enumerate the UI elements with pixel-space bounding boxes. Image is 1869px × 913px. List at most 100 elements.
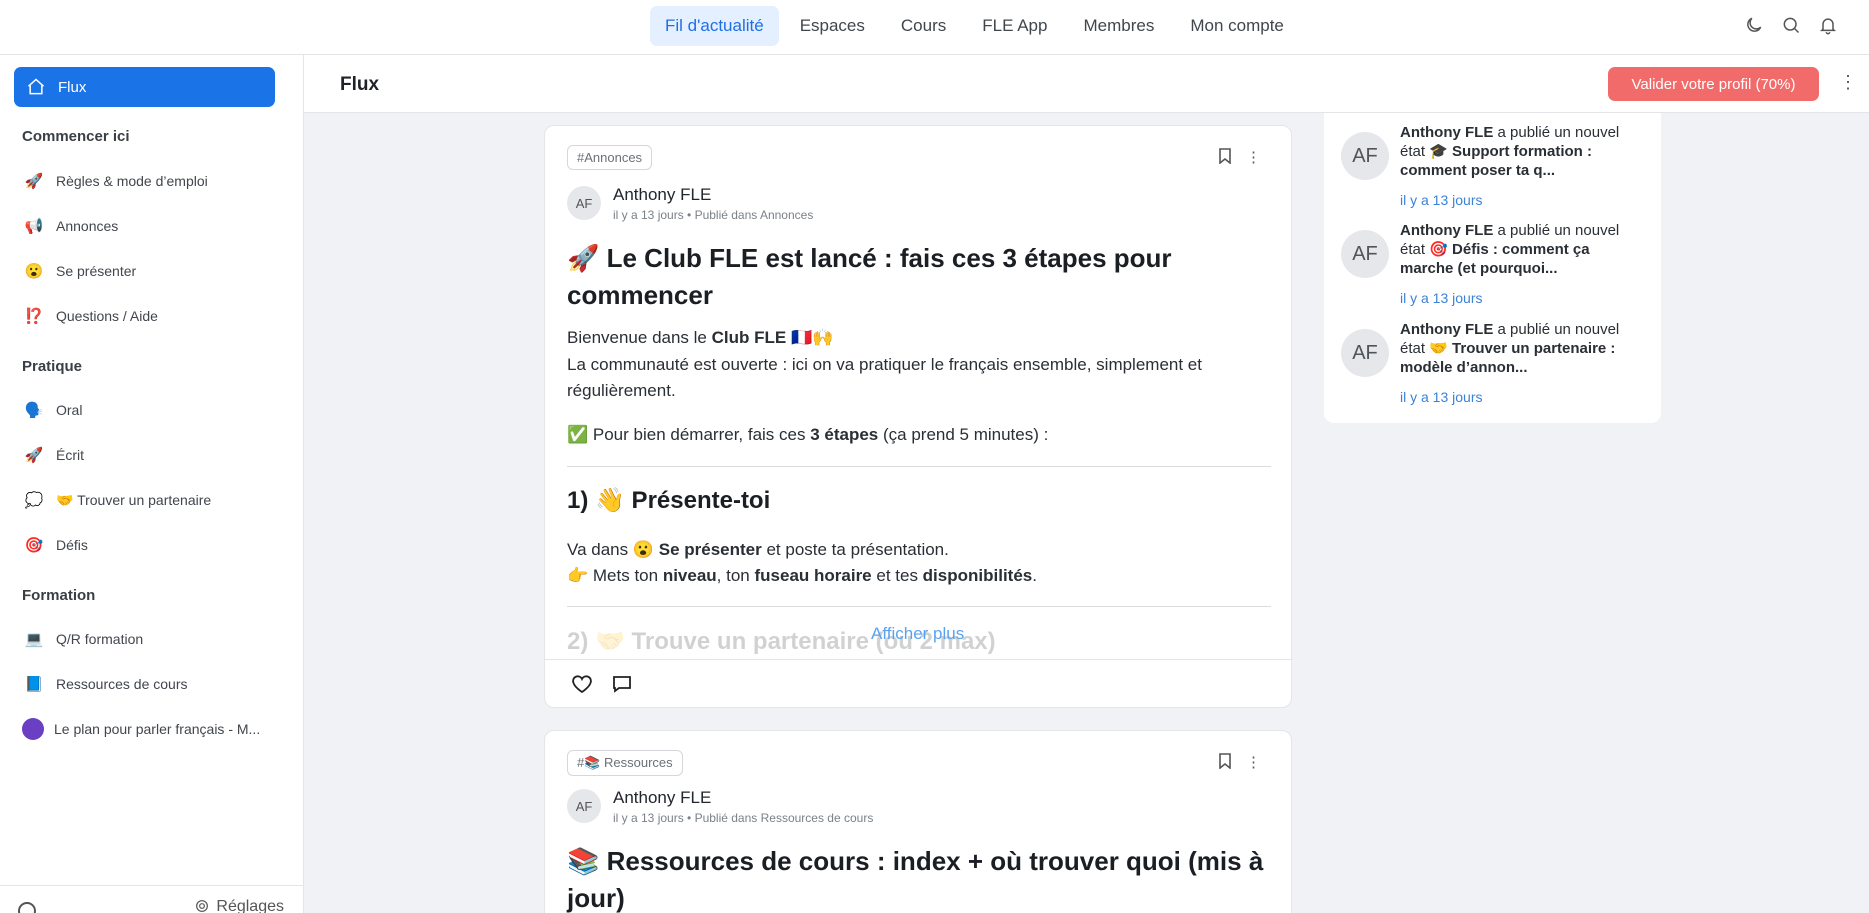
bold-text: Se présenter	[658, 540, 762, 559]
sidebar-item-label: Annonces	[56, 218, 119, 234]
post-meta: il y a 13 jours • Publié dans Ressources…	[613, 811, 874, 825]
comment-icon[interactable]	[610, 672, 634, 696]
post-author[interactable]: Anthony FLE	[613, 788, 711, 808]
divider	[567, 606, 1271, 607]
interrobang-icon: ⁉️	[24, 308, 44, 325]
main-nav-links: Fil d'actualité Espaces Cours FLE App Me…	[650, 6, 1299, 46]
sidebar-item-introduce[interactable]: 😮 Se présenter	[22, 256, 137, 286]
post-title[interactable]: 🚀 Le Club FLE est lancé : fais ces 3 éta…	[567, 240, 1267, 314]
text: 👉 Mets ton	[567, 566, 663, 585]
sidebar-item-find-partner[interactable]: 💭 🤝 Trouver un partenaire	[22, 485, 212, 515]
activity-time: il y a 13 jours	[1400, 290, 1483, 306]
activity-item[interactable]: AF Anthony FLE a publié un nouvel état 🤝…	[1341, 320, 1651, 410]
welcome-prefix: Bienvenue dans le	[567, 328, 712, 347]
nav-fle-app[interactable]: FLE App	[967, 6, 1062, 46]
heart-icon[interactable]	[570, 672, 594, 696]
activity-author: Anthony FLE	[1400, 222, 1494, 239]
avatar: AF	[1341, 329, 1389, 377]
activity-item[interactable]: AF Anthony FLE a publié un nouvel état 🎯…	[1341, 221, 1651, 311]
post-tools: ⋮	[1218, 753, 1261, 771]
activity-text: Anthony FLE a publié un nouvel état 🎓 Su…	[1400, 123, 1640, 180]
nav-spaces[interactable]: Espaces	[785, 6, 880, 46]
activity-panel: AF Anthony FLE a publié un nouvel état 🎓…	[1324, 113, 1661, 423]
sidebar-item-label: Oral	[56, 402, 83, 418]
section-title-training: Formation	[22, 587, 96, 604]
feed-header: Flux Valider votre profil (70%) ⋮	[304, 55, 1869, 113]
avatar: AF	[1341, 230, 1389, 278]
blue-book-icon: 📘	[24, 676, 44, 693]
sidebar-item-label: Règles & mode d’emploi	[56, 173, 208, 189]
activity-item[interactable]: AF Anthony FLE a publié un nouvel état 🎓…	[1341, 123, 1651, 213]
avatar[interactable]: AF	[567, 789, 601, 823]
validate-profile-button[interactable]: Valider votre profil (70%)	[1608, 67, 1819, 101]
sidebar-item-plan[interactable]: Le plan pour parler français - M...	[22, 714, 260, 744]
post-author[interactable]: Anthony FLE	[613, 185, 711, 205]
target-icon: 🎯	[24, 537, 44, 554]
rocket-icon: 🚀	[24, 173, 44, 190]
sidebar-item-course-resources[interactable]: 📘 Ressources de cours	[22, 669, 188, 699]
club-name: Club FLE	[711, 328, 787, 347]
step1-line1: Va dans 😮 Se présenter et poste ta prése…	[567, 537, 1267, 563]
moon-icon[interactable]	[1742, 13, 1765, 36]
laptop-icon: 💻	[24, 631, 44, 648]
nav-members[interactable]: Membres	[1068, 6, 1169, 46]
sidebar-item-label: 🤝 Trouver un partenaire	[56, 491, 212, 508]
sidebar-item-label: Défis	[56, 537, 88, 553]
sidebar-item-written[interactable]: 🚀 Écrit	[22, 440, 84, 470]
bookmark-icon[interactable]	[1218, 148, 1232, 164]
gear-icon	[196, 900, 209, 912]
top-icons	[1742, 13, 1839, 36]
activity-time: il y a 13 jours	[1400, 389, 1483, 405]
text: et tes	[871, 566, 923, 585]
post-menu-icon[interactable]: ⋮	[1246, 753, 1261, 771]
post-steps-line: ✅ Pour bien démarrer, fais ces 3 étapes …	[567, 422, 1267, 448]
post-meta: il y a 13 jours • Publié dans Annonces	[613, 208, 814, 222]
activity-text: Anthony FLE a publié un nouvel état 🎯 Dé…	[1400, 221, 1640, 278]
rocket-icon: 🚀	[24, 447, 44, 464]
bell-icon[interactable]	[1816, 13, 1839, 36]
activity-author: Anthony FLE	[1400, 124, 1494, 141]
steps-count: 3 étapes	[810, 425, 879, 444]
post-card: #Annonces ⋮ AF Anthony FLE il y a 13 jou…	[544, 125, 1292, 708]
settings-label: Réglages	[216, 898, 284, 913]
activity-time: il y a 13 jours	[1400, 192, 1483, 208]
post-menu-icon[interactable]: ⋮	[1246, 148, 1261, 166]
steps-prefix: ✅ Pour bien démarrer, fais ces	[567, 425, 811, 444]
activity-subject: 🤝 Trouver un partenaire : modèle d’annon…	[1400, 340, 1616, 376]
sidebar-item-label: Écrit	[56, 447, 84, 463]
activity-author: Anthony FLE	[1400, 321, 1494, 338]
sidebar-item-qr-training[interactable]: 💻 Q/R formation	[22, 624, 143, 654]
section-title-practice: Pratique	[22, 358, 83, 375]
sidebar-item-rules[interactable]: 🚀 Règles & mode d’emploi	[22, 166, 208, 196]
show-more-link[interactable]: Afficher plus	[871, 624, 964, 644]
sidebar-item-label: Flux	[58, 78, 87, 96]
search-icon[interactable]	[1779, 13, 1802, 36]
nav-my-account[interactable]: Mon compte	[1175, 6, 1299, 46]
sidebar-item-questions[interactable]: ⁉️ Questions / Aide	[22, 301, 158, 331]
nav-courses[interactable]: Cours	[886, 6, 961, 46]
activity-subject: 🎯 Défis : comment ça marche (et pourquoi…	[1400, 241, 1590, 277]
sidebar-item-challenges[interactable]: 🎯 Défis	[22, 530, 88, 560]
megaphone-icon: 📢	[24, 218, 44, 235]
wordpress-icon[interactable]	[18, 902, 36, 913]
sidebar-item-label: Le plan pour parler français - M...	[54, 721, 261, 737]
avatar[interactable]: AF	[567, 186, 601, 220]
more-options-icon[interactable]: ⋮	[1839, 72, 1857, 93]
post-tag[interactable]: #📚 Ressources	[567, 750, 683, 776]
post-title[interactable]: 📚 Ressources de cours : index + où trouv…	[567, 843, 1267, 913]
settings-link[interactable]: Réglages	[194, 898, 284, 913]
post-tools: ⋮	[1218, 148, 1261, 166]
sidebar-item-oral[interactable]: 🗣️ Oral	[22, 395, 83, 425]
sidebar-item-feed[interactable]: Flux	[14, 67, 275, 107]
bold-text: niveau	[662, 566, 717, 585]
nav-feed[interactable]: Fil d'actualité	[650, 6, 779, 46]
sidebar-item-announcements[interactable]: 📢 Annonces	[22, 211, 119, 241]
post-welcome: Bienvenue dans le Club FLE 🇫🇷🙌	[567, 325, 1267, 351]
thought-bubble-icon: 💭	[24, 492, 44, 509]
bold-text: disponibilités	[922, 566, 1033, 585]
activity-text: Anthony FLE a publié un nouvel état 🤝 Tr…	[1400, 320, 1640, 377]
section-title-start: Commencer ici	[22, 128, 130, 145]
bookmark-icon[interactable]	[1218, 753, 1232, 769]
post-tag[interactable]: #Annonces	[567, 145, 653, 170]
surprised-face-icon: 😮	[24, 263, 44, 280]
